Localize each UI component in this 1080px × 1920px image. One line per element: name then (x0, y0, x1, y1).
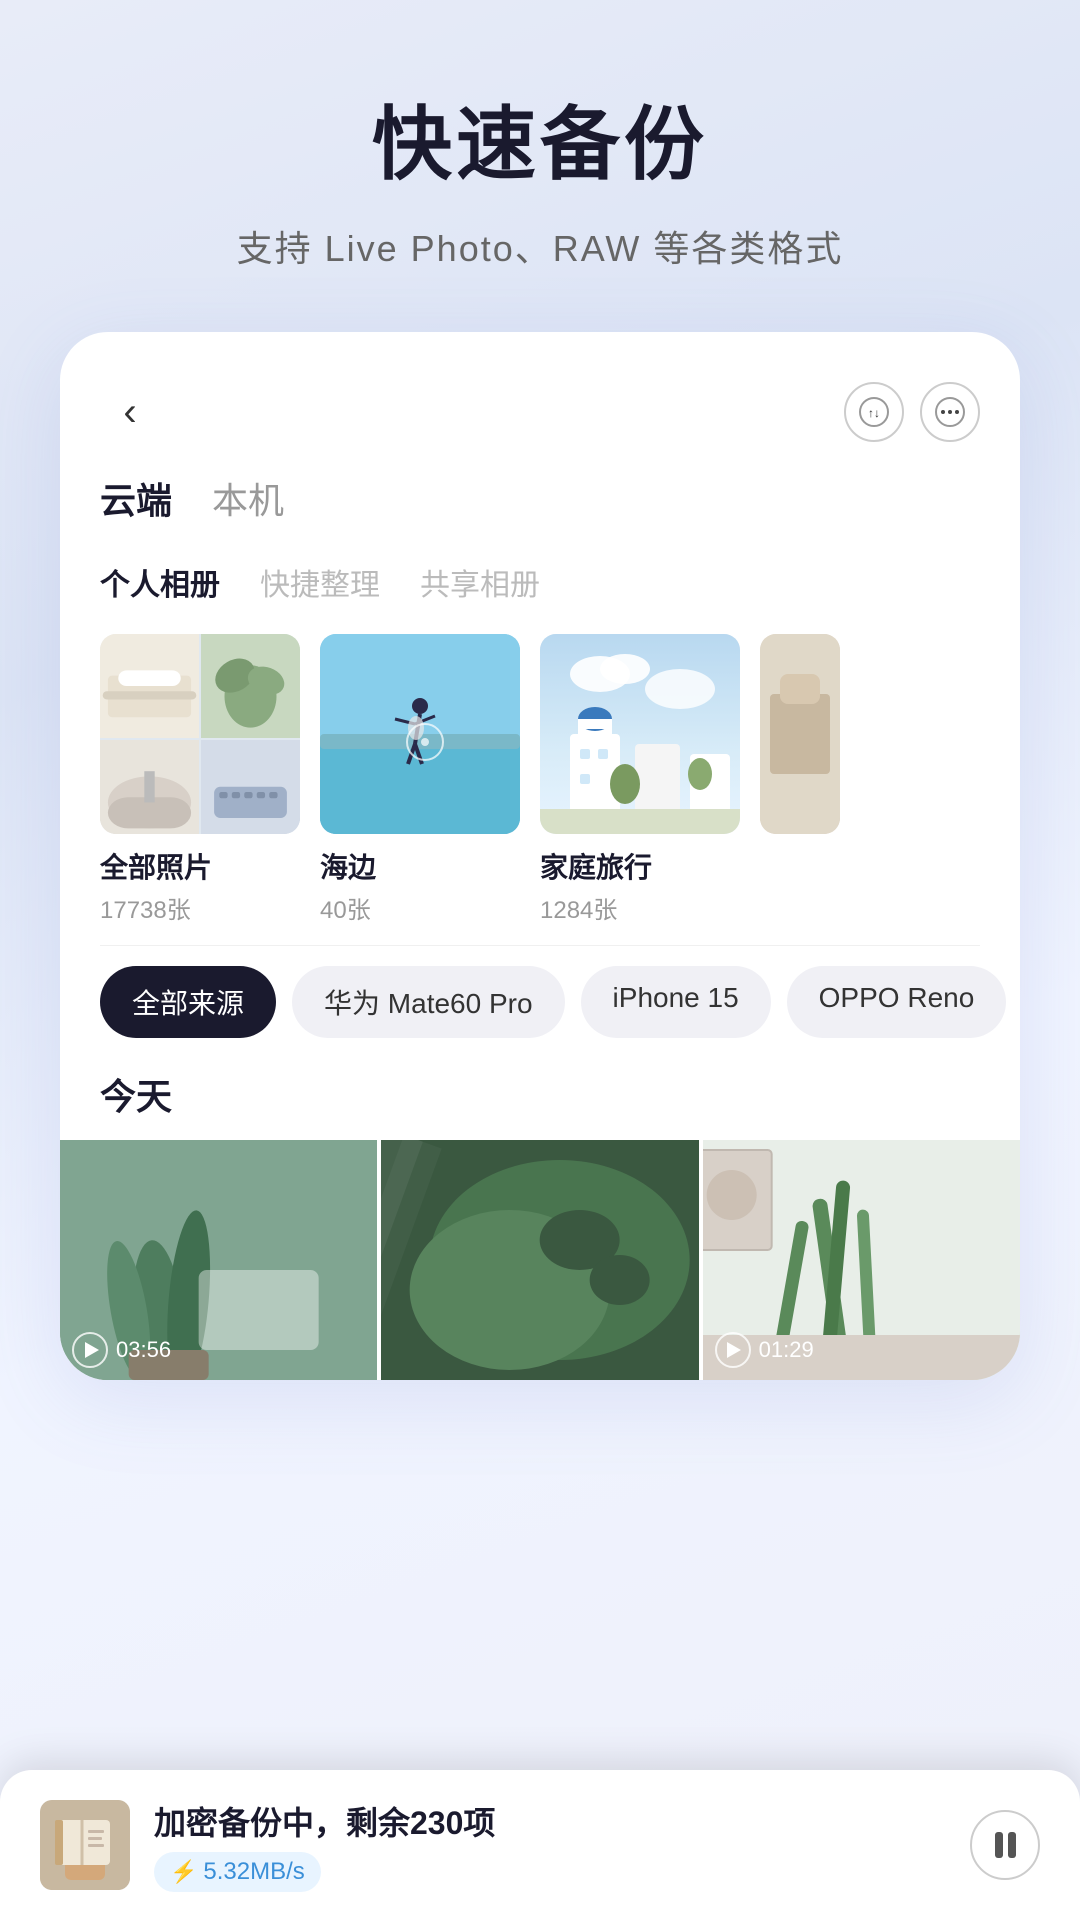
status-thumbnail (40, 1800, 130, 1890)
album-beach[interactable]: 海边 40张 (320, 634, 520, 925)
page-header: 快速备份 支持 Live Photo、RAW 等各类格式 (0, 0, 1080, 312)
filter-oppo[interactable]: OPPO Reno (787, 966, 1007, 1038)
sub-tab-quick[interactable]: 快捷整理 (260, 560, 380, 604)
lightning-icon: ⚡ (170, 1859, 197, 1885)
photo-item-2[interactable] (381, 1140, 698, 1380)
album-thumb-cell-1 (100, 634, 199, 738)
albums-scroll: 全部照片 17738张 (60, 624, 1020, 945)
status-main-text: 加密备份中，剩余230项 (154, 1798, 946, 1844)
back-button[interactable]: ‹ (100, 382, 160, 442)
status-text-area: 加密备份中，剩余230项 ⚡ 5.32MB/s (154, 1798, 946, 1892)
pause-icon (995, 1832, 1016, 1858)
sort-button[interactable]: ↑↓ (844, 382, 904, 442)
album-travel[interactable]: 家庭旅行 1284张 (540, 634, 740, 925)
more-button[interactable] (920, 382, 980, 442)
album-travel-name: 家庭旅行 (540, 846, 740, 886)
status-speed: ⚡ 5.32MB/s (154, 1852, 321, 1892)
album-partial[interactable] (760, 634, 840, 925)
photo-item-1[interactable]: 03:56 (60, 1140, 377, 1380)
album-thumb-cell-4 (201, 740, 300, 834)
album-travel-count: 1284张 (540, 890, 740, 925)
main-tabs: 云端 本机 (60, 462, 1020, 550)
photo-item-3[interactable]: 01:29 (703, 1140, 1020, 1380)
album-all-photos-count: 17738张 (100, 890, 300, 925)
filter-all[interactable]: 全部来源 (100, 966, 276, 1038)
today-section-title: 今天 (60, 1058, 1020, 1140)
play-icon-3[interactable] (715, 1332, 751, 1368)
play-icon-1[interactable] (72, 1332, 108, 1368)
page-title: 快速备份 (60, 80, 1020, 196)
sub-tabs: 个人相册 快捷整理 共享相册 (60, 550, 1020, 624)
tab-local[interactable]: 本机 (212, 472, 284, 530)
sub-tab-shared[interactable]: 共享相册 (420, 560, 540, 604)
sub-tab-personal[interactable]: 个人相册 (100, 560, 220, 604)
video-duration-3: 01:29 (715, 1332, 814, 1368)
album-beach-name: 海边 (320, 846, 520, 886)
nav-actions: ↑↓ (844, 382, 980, 442)
status-bar: 加密备份中，剩余230项 ⚡ 5.32MB/s (0, 1770, 1080, 1920)
album-thumb-cell-2 (201, 634, 300, 738)
nav-bar: ‹ ↑↓ (60, 372, 1020, 462)
tab-cloud[interactable]: 云端 (100, 472, 172, 530)
album-beach-count: 40张 (320, 890, 520, 925)
phone-card: ‹ ↑↓ 云端 本机 个人相册 快捷整理 (60, 332, 1020, 1380)
filter-iphone[interactable]: iPhone 15 (581, 966, 771, 1038)
photo-grid: 03:56 (60, 1140, 1020, 1380)
speed-value: 5.32MB/s (203, 1858, 304, 1886)
page-subtitle: 支持 Live Photo、RAW 等各类格式 (60, 220, 1020, 272)
pause-button[interactable] (970, 1810, 1040, 1880)
video-duration-1: 03:56 (72, 1332, 171, 1368)
album-thumb-cell-3 (100, 740, 199, 834)
filter-huawei[interactable]: 华为 Mate60 Pro (292, 966, 565, 1038)
album-all-photos[interactable]: 全部照片 17738张 (100, 634, 300, 925)
svg-text:↑↓: ↑↓ (868, 406, 880, 420)
filter-row: 全部来源 华为 Mate60 Pro iPhone 15 OPPO Reno (60, 946, 1020, 1058)
album-all-photos-name: 全部照片 (100, 846, 300, 886)
